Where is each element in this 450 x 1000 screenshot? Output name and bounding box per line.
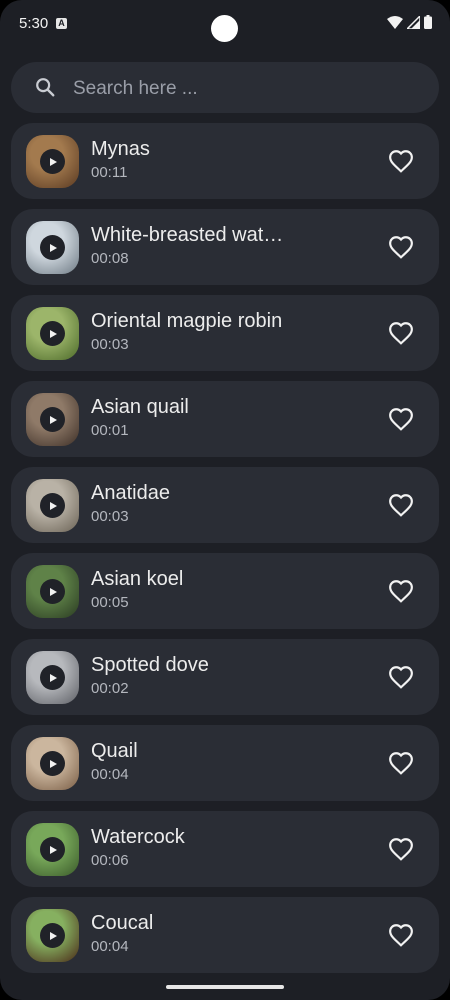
app-screen: 5:30 A Search here ... Mynas 00:11 White… [0, 0, 450, 1000]
sound-duration: 00:04 [91, 938, 129, 955]
list-item[interactable]: Anatidae 00:03 [11, 467, 439, 543]
list-item[interactable]: Mynas 00:11 [11, 123, 439, 199]
search-bar[interactable] [11, 62, 439, 115]
camera-cutout [211, 15, 238, 42]
favorite-button[interactable] [387, 491, 415, 519]
play-button[interactable] [40, 149, 65, 174]
play-icon [49, 415, 57, 424]
heart-outline-icon [389, 408, 413, 431]
list-item[interactable]: Oriental magpie robin 00:03 [11, 295, 439, 371]
status-time: 5:30 [19, 15, 49, 32]
sound-duration: 00:04 [91, 766, 129, 783]
sound-title: Mynas [91, 138, 150, 160]
list-item[interactable]: Quail 00:04 [11, 725, 439, 801]
bird-thumbnail[interactable] [26, 737, 79, 790]
sound-title: Coucal [91, 912, 154, 934]
sound-duration: 00:05 [91, 594, 129, 611]
play-icon [49, 931, 57, 940]
bird-thumbnail[interactable] [26, 651, 79, 704]
sound-duration: 00:03 [91, 336, 129, 353]
bird-thumbnail[interactable] [26, 909, 79, 962]
favorite-button[interactable] [387, 147, 415, 175]
sound-title: Oriental magpie robin [91, 310, 283, 332]
sound-duration: 00:11 [91, 164, 128, 181]
favorite-button[interactable] [387, 663, 415, 691]
play-icon [49, 501, 57, 510]
bird-thumbnail[interactable] [26, 823, 79, 876]
favorite-button[interactable] [387, 921, 415, 949]
sound-list: Mynas 00:11 White-breasted wate… 00:08 O… [11, 123, 439, 983]
heart-outline-icon [389, 494, 413, 517]
play-icon [49, 329, 57, 338]
signal-icon [407, 15, 420, 29]
play-button[interactable] [40, 751, 65, 776]
favorite-button[interactable] [387, 319, 415, 347]
play-button[interactable] [40, 579, 65, 604]
sound-duration: 00:06 [91, 852, 129, 869]
bird-thumbnail[interactable] [26, 479, 79, 532]
list-item[interactable]: White-breasted wate… 00:08 [11, 209, 439, 285]
play-icon [49, 157, 57, 166]
status-icons [387, 15, 432, 29]
sound-duration: 00:03 [91, 508, 129, 525]
home-indicator[interactable] [166, 985, 284, 989]
play-icon [49, 845, 57, 854]
play-button[interactable] [40, 923, 65, 948]
sound-title: Anatidae [91, 482, 170, 504]
favorite-button[interactable] [387, 405, 415, 433]
play-button[interactable] [40, 837, 65, 862]
list-item[interactable]: Watercock 00:06 [11, 811, 439, 887]
sound-title: Asian koel [91, 568, 184, 590]
bird-thumbnail[interactable] [26, 307, 79, 360]
notification-icon: A [56, 18, 67, 29]
heart-outline-icon [389, 322, 413, 345]
search-input[interactable] [71, 62, 415, 115]
play-icon [49, 587, 57, 596]
search-icon [36, 78, 55, 97]
play-button[interactable] [40, 407, 65, 432]
play-icon [49, 759, 57, 768]
bird-thumbnail[interactable] [26, 135, 79, 188]
heart-outline-icon [389, 666, 413, 689]
sound-title: Watercock [91, 826, 185, 848]
favorite-button[interactable] [387, 749, 415, 777]
list-item[interactable]: Asian koel 00:05 [11, 553, 439, 629]
bird-thumbnail[interactable] [26, 221, 79, 274]
play-button[interactable] [40, 665, 65, 690]
favorite-button[interactable] [387, 835, 415, 863]
heart-outline-icon [389, 580, 413, 603]
favorite-button[interactable] [387, 577, 415, 605]
heart-outline-icon [389, 236, 413, 259]
sound-title: Asian quail [91, 396, 189, 418]
bird-thumbnail[interactable] [26, 565, 79, 618]
play-icon [49, 243, 57, 252]
heart-outline-icon [389, 924, 413, 947]
play-button[interactable] [40, 321, 65, 346]
sound-title: White-breasted wate… [91, 224, 291, 246]
heart-outline-icon [389, 150, 413, 173]
status-bar: 5:30 A [0, 0, 450, 50]
sound-duration: 00:08 [91, 250, 129, 267]
heart-outline-icon [389, 838, 413, 861]
sound-duration: 00:02 [91, 680, 129, 697]
list-item[interactable]: Asian quail 00:01 [11, 381, 439, 457]
play-button[interactable] [40, 493, 65, 518]
sound-title: Quail [91, 740, 138, 762]
bird-thumbnail[interactable] [26, 393, 79, 446]
sound-title: Spotted dove [91, 654, 209, 676]
list-item[interactable]: Coucal 00:04 [11, 897, 439, 973]
sound-duration: 00:01 [91, 422, 129, 439]
play-icon [49, 673, 57, 682]
list-item[interactable]: Spotted dove 00:02 [11, 639, 439, 715]
battery-icon [424, 15, 432, 29]
play-button[interactable] [40, 235, 65, 260]
wifi-icon [387, 15, 403, 29]
favorite-button[interactable] [387, 233, 415, 261]
heart-outline-icon [389, 752, 413, 775]
